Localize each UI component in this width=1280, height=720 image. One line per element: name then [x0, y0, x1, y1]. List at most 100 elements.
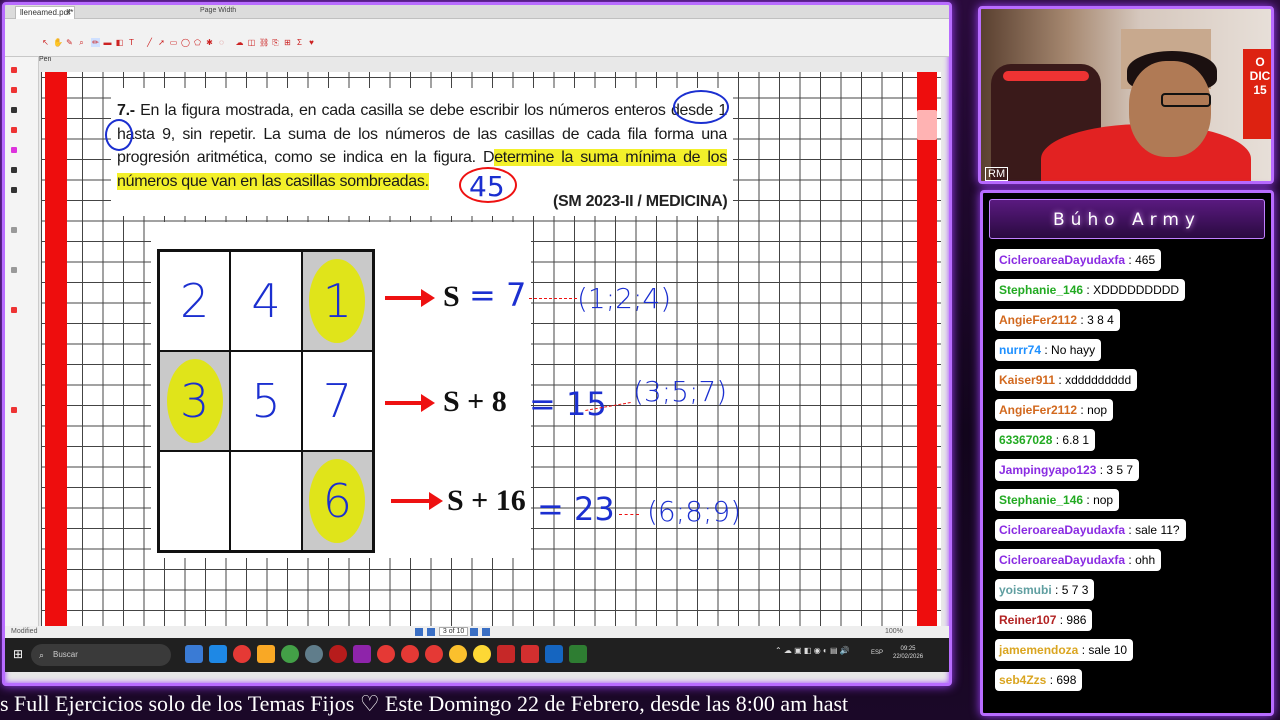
- chat-username[interactable]: Jampingyapo123: [999, 463, 1096, 477]
- chat-username[interactable]: nurrr74: [999, 343, 1041, 357]
- pdf-icon[interactable]: [521, 645, 539, 663]
- chat-username[interactable]: Stephanie_146: [999, 283, 1083, 297]
- chat-username[interactable]: seb4Zzs: [999, 673, 1046, 687]
- eraser-tool-icon[interactable]: ◧: [115, 38, 124, 47]
- chat-username[interactable]: AngieFer2112: [999, 403, 1077, 417]
- excel-icon[interactable]: [569, 645, 587, 663]
- chat-username[interactable]: Reiner107: [999, 613, 1056, 627]
- app-icon[interactable]: [353, 645, 371, 663]
- row-set-2: (3;5;7): [633, 375, 728, 408]
- chat-message: jamemendoza : sale 10: [995, 639, 1265, 661]
- explorer-icon[interactable]: [257, 645, 275, 663]
- chrome-icon[interactable]: [233, 645, 251, 663]
- callout-tool-icon[interactable]: ◫: [247, 38, 256, 47]
- system-tray[interactable]: ⌃ ☁ ▣ ◧ ◉ ◐ ▤ 🔊: [775, 646, 850, 655]
- chat-message: nurrr74 : No hayy: [995, 339, 1265, 361]
- red-arrow: [391, 492, 443, 510]
- next-page-icon[interactable]: [470, 627, 479, 636]
- chat-username[interactable]: jamemendoza: [999, 643, 1078, 657]
- chat-text: 5 7 3: [1061, 583, 1089, 597]
- chat-username[interactable]: 63367028: [999, 433, 1052, 447]
- lasso-tool-icon[interactable]: ◌: [217, 38, 226, 47]
- number-grid: 241 357 6: [157, 249, 375, 553]
- first-page-icon[interactable]: [415, 627, 423, 636]
- chat-message: Jampingyapo123 : 3 5 7: [995, 459, 1265, 481]
- page-indicator[interactable]: 3 of 10: [438, 627, 469, 636]
- ellipse-tool-icon[interactable]: ◯: [181, 38, 190, 47]
- app-icon[interactable]: [329, 645, 347, 663]
- last-page-icon[interactable]: [482, 627, 491, 636]
- line-tool-icon[interactable]: ╱: [145, 38, 154, 47]
- measure-tool-icon[interactable]: ⊞: [283, 38, 292, 47]
- pin-tool-icon[interactable]: ♥: [307, 38, 316, 47]
- stamp-tool-icon[interactable]: ✱: [205, 38, 214, 47]
- chat-username[interactable]: AngieFer2112: [999, 313, 1077, 327]
- grid-cell: [231, 452, 301, 550]
- chat-message-list: CicleroareaDayudaxfa : 465 Stephanie_146 …: [995, 249, 1265, 699]
- chat-message: Kaiser911 : xddddddddd: [995, 369, 1265, 391]
- chrome-icon[interactable]: [401, 645, 419, 663]
- edge-icon[interactable]: [209, 645, 227, 663]
- marker-tool-icon[interactable]: ✎: [65, 38, 74, 47]
- red-arrow: [385, 289, 435, 307]
- scroll-thumb[interactable]: [917, 110, 937, 140]
- color-swatch[interactable]: [11, 267, 17, 273]
- zoom-icon[interactable]: [545, 645, 563, 663]
- chat-username[interactable]: yoismubi: [999, 583, 1052, 597]
- document-canvas[interactable]: 7.- En la figura mostrada, en cada casil…: [41, 72, 941, 626]
- highlighter-tool-icon[interactable]: ▬: [103, 38, 112, 47]
- chrome-icon[interactable]: [449, 645, 467, 663]
- chrome-icon[interactable]: [377, 645, 395, 663]
- chat-username[interactable]: CicleroareaDayudaxfa: [999, 253, 1125, 267]
- taskbar-app-icon[interactable]: [185, 645, 203, 663]
- chat-message: AngieFer2112 : nop: [995, 399, 1265, 421]
- close-tab-icon[interactable]: ×: [66, 7, 71, 19]
- clock[interactable]: 09:25 22/02/2026: [893, 645, 923, 661]
- chat-separator: :: [1046, 673, 1057, 687]
- select-tool-icon[interactable]: ↖: [41, 38, 50, 47]
- color-swatch[interactable]: [11, 127, 17, 133]
- link-tool-icon[interactable]: ⛓: [259, 38, 269, 47]
- chat-username[interactable]: CicleroareaDayudaxfa: [999, 523, 1125, 537]
- arrow-tool-icon[interactable]: ➚: [157, 38, 166, 47]
- hand-tool-icon[interactable]: ✋: [53, 38, 63, 47]
- color-swatch[interactable]: [11, 227, 17, 233]
- obs-icon[interactable]: [305, 645, 323, 663]
- text-tool-icon[interactable]: T: [127, 38, 136, 47]
- chrome-icon[interactable]: [281, 645, 299, 663]
- color-swatch[interactable]: [11, 167, 17, 173]
- dashed-arrow: [529, 298, 577, 299]
- color-swatch[interactable]: [11, 187, 17, 193]
- page-width-label[interactable]: Page Width: [200, 7, 236, 14]
- chrome-icon[interactable]: [425, 645, 443, 663]
- document-tab[interactable]: lleneamed.pdf* ×: [15, 6, 75, 19]
- prev-page-icon[interactable]: [426, 627, 435, 636]
- rectangle-tool-icon[interactable]: ▭: [169, 38, 178, 47]
- chat-username[interactable]: CicleroareaDayudaxfa: [999, 553, 1125, 567]
- chrome-icon[interactable]: [473, 645, 491, 663]
- attach-tool-icon[interactable]: ⎘: [271, 38, 280, 47]
- chat-separator: :: [1077, 403, 1088, 417]
- language-indicator[interactable]: ESP: [871, 650, 883, 656]
- problem-source: (SM 2023-II / MEDICINA): [553, 193, 728, 210]
- grid-cell: 2: [160, 252, 230, 350]
- color-swatch[interactable]: [11, 107, 17, 113]
- color-swatch[interactable]: [11, 67, 17, 73]
- windows-start-icon[interactable]: ⊞: [13, 648, 25, 660]
- polygon-tool-icon[interactable]: ⬠: [193, 38, 202, 47]
- color-swatch[interactable]: [11, 87, 17, 93]
- taskbar-search[interactable]: ⌕ Buscar: [31, 644, 171, 666]
- cloud-tool-icon[interactable]: ☁: [235, 38, 244, 47]
- pen-tool-icon[interactable]: ✏: [91, 38, 100, 47]
- chat-text: 6.8 1: [1062, 433, 1090, 447]
- sum-tool-icon[interactable]: Σ: [295, 38, 304, 47]
- zoom-tool-icon[interactable]: ⌕: [77, 38, 86, 47]
- chat-username[interactable]: Stephanie_146: [999, 493, 1083, 507]
- chat-username[interactable]: Kaiser911: [999, 373, 1055, 387]
- color-swatch[interactable]: [11, 147, 17, 153]
- color-swatch[interactable]: [11, 307, 17, 313]
- color-swatch[interactable]: [11, 407, 17, 413]
- pdf-icon[interactable]: [497, 645, 515, 663]
- zoom-level[interactable]: 100%: [885, 628, 903, 635]
- grid-cell-value: 6: [322, 474, 352, 528]
